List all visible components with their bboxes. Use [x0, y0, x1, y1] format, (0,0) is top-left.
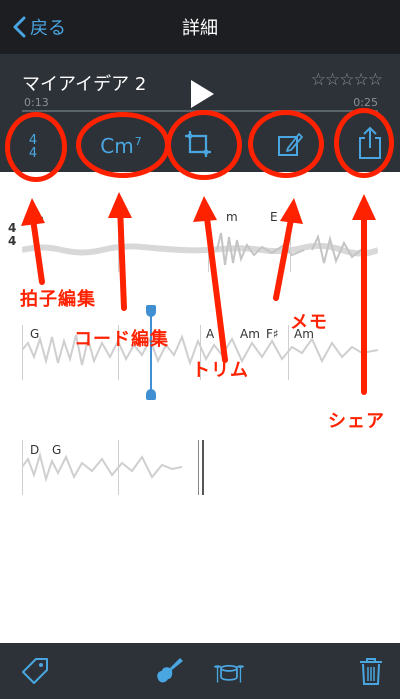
waveform-row-3[interactable] — [22, 445, 182, 490]
chord-label[interactable]: F♯ — [266, 327, 279, 341]
rating-stars[interactable]: ☆☆☆☆☆ — [311, 70, 383, 90]
callout-circle — [5, 112, 67, 182]
callout-circle — [166, 110, 242, 180]
barline — [118, 210, 119, 272]
chord-label[interactable]: G — [52, 443, 61, 457]
annotation-time-signature: 拍子編集 — [20, 289, 96, 310]
score-time-signature: 4 4 — [8, 222, 16, 248]
trash-icon[interactable] — [356, 656, 386, 686]
score-time-signature-bottom: 4 — [8, 234, 17, 248]
time-end: 0:25 — [353, 96, 378, 109]
callout-circle — [76, 112, 170, 178]
chord-label[interactable]: A — [206, 327, 214, 341]
chord-label[interactable]: m — [226, 210, 238, 224]
barline — [290, 210, 291, 272]
callout-circle — [248, 110, 324, 178]
chord-label[interactable]: Am — [240, 327, 260, 341]
play-icon[interactable] — [188, 79, 216, 109]
annotation-trim: トリム — [192, 360, 249, 381]
final-barline-thick — [202, 440, 204, 495]
song-title: マイアイデア 2 — [22, 74, 147, 95]
barline — [22, 440, 23, 495]
tag-icon[interactable] — [20, 656, 50, 686]
chord-label[interactable]: B♭ — [30, 210, 44, 224]
navigation-bar: 戻る 詳細 — [0, 0, 400, 54]
chord-label[interactable]: G — [30, 327, 39, 341]
playhead-handle-bottom[interactable] — [146, 389, 156, 400]
barline — [208, 210, 209, 272]
page-title: 詳細 — [182, 18, 218, 39]
final-barline-thin — [198, 440, 199, 495]
annotation-memo: メモ — [290, 312, 328, 333]
chord-label[interactable]: D — [30, 443, 39, 457]
barline — [288, 325, 289, 380]
callout-circle — [334, 108, 394, 178]
annotation-chord-edit: コード編集 — [74, 329, 169, 350]
barline — [118, 440, 119, 495]
bottom-toolbar — [0, 643, 400, 699]
guitar-icon[interactable] — [154, 656, 184, 686]
time-start: 0:13 — [24, 96, 49, 109]
waveform-row-1[interactable] — [22, 225, 378, 275]
chord-label[interactable]: E — [270, 210, 278, 224]
annotation-share: シェア — [328, 411, 385, 432]
barline — [22, 325, 23, 380]
playhead-handle-top[interactable] — [146, 305, 156, 317]
drums-icon[interactable] — [214, 656, 244, 686]
